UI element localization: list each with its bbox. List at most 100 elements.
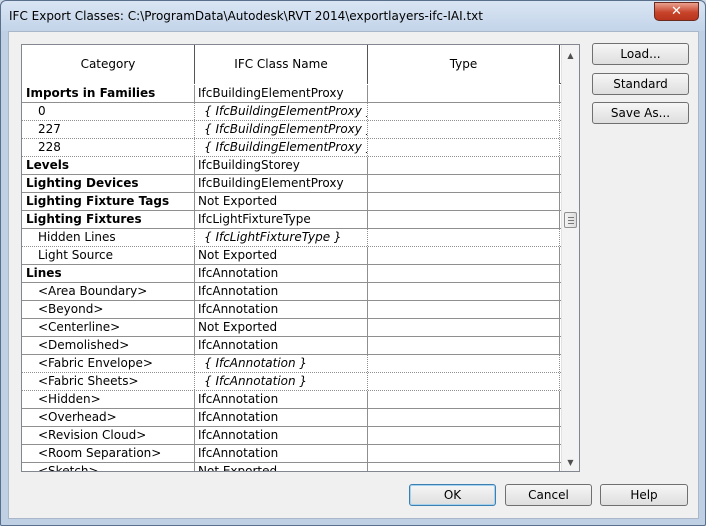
ifc-class-cell[interactable]: { IfcAnnotation } — [195, 373, 368, 390]
table-row[interactable]: <Fabric Envelope>{ IfcAnnotation } — [22, 355, 561, 373]
table-row[interactable]: <Beyond> IfcAnnotation — [22, 301, 561, 319]
scroll-up-icon[interactable]: ▲ — [562, 47, 579, 64]
scroll-down-icon[interactable]: ▼ — [562, 454, 579, 471]
type-cell[interactable] — [368, 211, 560, 228]
column-header-category[interactable]: Category — [22, 45, 195, 84]
ifc-class-cell[interactable]: IfcBuildingStorey — [195, 157, 368, 174]
ifc-class-cell[interactable]: IfcAnnotation — [195, 409, 368, 426]
category-cell: <Sketch> — [22, 463, 195, 471]
ifc-class-cell[interactable]: IfcLightFixtureType — [195, 211, 368, 228]
table-row[interactable]: Levels IfcBuildingStorey — [22, 157, 561, 175]
table-row[interactable]: Lighting Fixture Tags Not Exported — [22, 193, 561, 211]
dialog-client-area: Category IFC Class Name Type Imports in … — [8, 31, 699, 519]
table-row[interactable]: <Sketch> Not Exported — [22, 463, 561, 471]
category-cell: <Fabric Sheets> — [22, 373, 195, 390]
cancel-button[interactable]: Cancel — [505, 484, 592, 506]
type-cell[interactable] — [368, 355, 560, 372]
ifc-class-cell[interactable]: { IfcLightFixtureType } — [195, 229, 368, 246]
category-cell: <Demolished> — [22, 337, 195, 354]
ifc-class-cell[interactable]: Not Exported — [195, 319, 368, 336]
type-cell[interactable] — [368, 85, 560, 102]
type-cell[interactable] — [368, 229, 560, 246]
ifc-class-cell[interactable]: IfcAnnotation — [195, 265, 368, 282]
type-cell[interactable] — [368, 427, 560, 444]
type-cell[interactable] — [368, 283, 560, 300]
type-cell[interactable] — [368, 319, 560, 336]
ifc-class-cell[interactable]: Not Exported — [195, 193, 368, 210]
table-row[interactable]: Imports in Families IfcBuildingElementPro… — [22, 85, 561, 103]
ifc-class-cell[interactable]: { IfcBuildingElementProxy } — [195, 103, 368, 120]
type-cell[interactable] — [368, 265, 560, 282]
ifc-class-cell[interactable]: IfcBuildingElementProxy — [195, 85, 368, 102]
table-row[interactable]: <Area Boundary> IfcAnnotation — [22, 283, 561, 301]
grip-line — [568, 223, 574, 224]
table-row[interactable]: Hidden Lines{ IfcLightFixtureType } — [22, 229, 561, 247]
type-cell[interactable] — [368, 391, 560, 408]
category-cell: <Fabric Envelope> — [22, 355, 195, 372]
category-cell: 227 — [22, 121, 195, 138]
table-row[interactable]: Lines IfcAnnotation — [22, 265, 561, 283]
ifc-class-cell[interactable]: IfcAnnotation — [195, 445, 368, 462]
table-body: Imports in Families IfcBuildingElementPro… — [22, 85, 561, 471]
type-cell[interactable] — [368, 463, 560, 471]
table-row[interactable]: <Revision Cloud> IfcAnnotation — [22, 427, 561, 445]
category-cell: Imports in Families — [22, 85, 195, 102]
ifc-class-cell[interactable]: IfcAnnotation — [195, 427, 368, 444]
ifc-class-cell[interactable]: IfcBuildingElementProxy — [195, 175, 368, 192]
close-button[interactable]: ✕ — [654, 2, 699, 21]
table-row[interactable]: 227{ IfcBuildingElementProxy } — [22, 121, 561, 139]
ok-button[interactable]: OK — [409, 484, 496, 506]
table-row[interactable]: <Fabric Sheets>{ IfcAnnotation } — [22, 373, 561, 391]
table-row[interactable]: <Overhead> IfcAnnotation — [22, 409, 561, 427]
grip-line — [568, 217, 574, 218]
type-cell[interactable] — [368, 103, 560, 120]
type-cell[interactable] — [368, 193, 560, 210]
table-row[interactable]: <Room Separation> IfcAnnotation — [22, 445, 561, 463]
table-row[interactable]: <Centerline> Not Exported — [22, 319, 561, 337]
category-cell: <Hidden> — [22, 391, 195, 408]
type-cell[interactable] — [368, 247, 560, 264]
ifc-class-cell[interactable]: { IfcAnnotation } — [195, 355, 368, 372]
help-button[interactable]: Help — [600, 484, 688, 506]
column-header-ifc-class-name[interactable]: IFC Class Name — [195, 45, 368, 84]
type-cell[interactable] — [368, 139, 560, 156]
category-cell: <Centerline> — [22, 319, 195, 336]
type-cell[interactable] — [368, 157, 560, 174]
table-row[interactable]: Light Source Not Exported — [22, 247, 561, 265]
type-cell[interactable] — [368, 301, 560, 318]
ifc-class-cell[interactable]: { IfcBuildingElementProxy } — [195, 121, 368, 138]
ifc-class-cell[interactable]: IfcAnnotation — [195, 301, 368, 318]
type-cell[interactable] — [368, 409, 560, 426]
table-row[interactable]: Lighting Fixtures IfcLightFixtureType — [22, 211, 561, 229]
ifc-class-cell[interactable]: Not Exported — [195, 247, 368, 264]
grip-line — [568, 220, 574, 221]
window-title: IFC Export Classes: C:\ProgramData\Autod… — [9, 9, 483, 23]
category-cell: Lighting Devices — [22, 175, 195, 192]
category-cell: Hidden Lines — [22, 229, 195, 246]
dialog-window: IFC Export Classes: C:\ProgramData\Autod… — [0, 0, 706, 526]
ifc-class-cell[interactable]: IfcAnnotation — [195, 391, 368, 408]
ifc-class-cell[interactable]: Not Exported — [195, 463, 368, 471]
scroll-thumb[interactable] — [564, 212, 577, 228]
category-cell: Lighting Fixture Tags — [22, 193, 195, 210]
vertical-scrollbar[interactable]: ▲ ▼ — [561, 45, 579, 471]
save-as-button[interactable]: Save As... — [592, 102, 689, 124]
table-row[interactable]: 228{ IfcBuildingElementProxy } — [22, 139, 561, 157]
standard-button[interactable]: Standard — [592, 73, 689, 95]
table-row[interactable]: Lighting Devices IfcBuildingElementProxy — [22, 175, 561, 193]
type-cell[interactable] — [368, 445, 560, 462]
ifc-class-cell[interactable]: IfcAnnotation — [195, 283, 368, 300]
ifc-class-cell[interactable]: IfcAnnotation — [195, 337, 368, 354]
table-row[interactable]: <Demolished> IfcAnnotation — [22, 337, 561, 355]
type-cell[interactable] — [368, 337, 560, 354]
type-cell[interactable] — [368, 121, 560, 138]
load-button[interactable]: Load... — [592, 43, 689, 65]
ifc-class-cell[interactable]: { IfcBuildingElementProxy } — [195, 139, 368, 156]
column-header-type[interactable]: Type — [368, 45, 560, 84]
type-cell[interactable] — [368, 373, 560, 390]
category-cell: <Overhead> — [22, 409, 195, 426]
type-cell[interactable] — [368, 175, 560, 192]
table-row[interactable]: 0{ IfcBuildingElementProxy } — [22, 103, 561, 121]
category-cell: <Revision Cloud> — [22, 427, 195, 444]
table-row[interactable]: <Hidden> IfcAnnotation — [22, 391, 561, 409]
